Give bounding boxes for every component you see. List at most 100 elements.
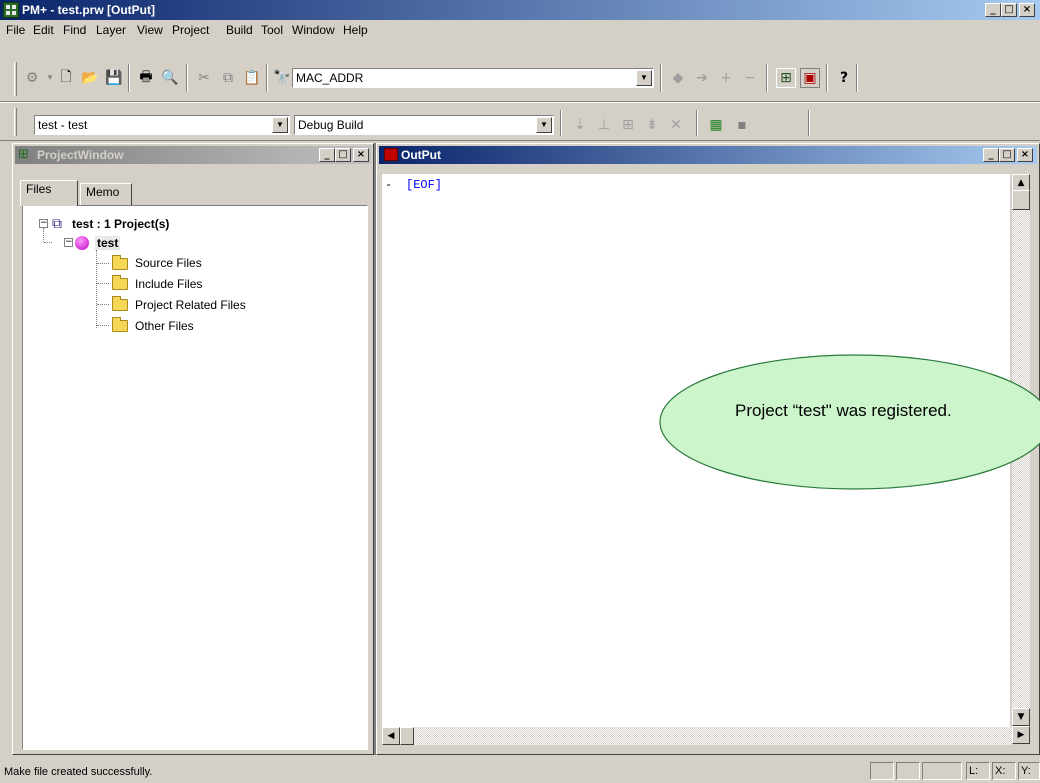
tree-folder-other-files[interactable]: Other Files xyxy=(135,319,194,333)
workspace-icon: ⧉ xyxy=(52,216,62,232)
batch-build-icon[interactable]: ⇟ xyxy=(642,115,662,135)
close-button[interactable]: × xyxy=(353,148,369,162)
project-window-titlebar[interactable]: ⊞ ProjectWindow _ □ × xyxy=(15,146,371,164)
paste-icon[interactable]: 📋 xyxy=(242,68,262,88)
folder-icon xyxy=(112,317,128,332)
close-button[interactable]: × xyxy=(1019,3,1035,17)
folder-icon xyxy=(112,255,128,270)
output-window-icon xyxy=(384,148,398,161)
project-combo-value: test - test xyxy=(38,118,88,132)
status-y-label: Y: xyxy=(1018,762,1040,780)
close-button[interactable]: × xyxy=(1017,148,1033,162)
maximize-button[interactable]: □ xyxy=(1001,3,1017,17)
callout-ellipse xyxy=(659,354,1040,490)
status-pane xyxy=(870,762,894,780)
tree-folder-source-files[interactable]: Source Files xyxy=(135,256,202,270)
toolbar-divider xyxy=(0,102,1040,103)
scroll-thumb[interactable] xyxy=(400,727,414,745)
tab-memo[interactable]: Memo xyxy=(80,183,132,205)
tree-folder-include-files[interactable]: Include Files xyxy=(135,277,202,291)
minimize-button[interactable]: _ xyxy=(985,3,1001,17)
toolbar-grip[interactable] xyxy=(14,62,17,96)
menu-find[interactable]: Find xyxy=(63,23,86,37)
new-file-icon[interactable]: 🗋 xyxy=(56,68,76,88)
build-config-combo-value: Debug Build xyxy=(298,118,364,132)
debugger-icon[interactable]: ▦ xyxy=(706,115,726,135)
tree-project-label[interactable]: test xyxy=(95,236,121,250)
back-arrow-icon[interactable]: ◆ xyxy=(668,68,688,88)
rebuild-icon[interactable]: ⊞ xyxy=(618,115,638,135)
chevron-down-icon[interactable]: ▼ xyxy=(636,70,652,86)
collapse-root-icon[interactable]: − xyxy=(39,219,48,228)
scroll-left-icon[interactable]: ◀ xyxy=(382,727,400,745)
forward-arrow-icon[interactable]: ➔ xyxy=(692,68,712,88)
status-pane xyxy=(896,762,920,780)
project-icon xyxy=(75,236,89,250)
open-folder-icon[interactable]: 📂 xyxy=(80,68,100,88)
menu-file[interactable]: File xyxy=(6,23,25,37)
tool-icon[interactable]: ▪ xyxy=(732,115,752,135)
compile-icon[interactable]: ⇣ xyxy=(570,115,590,135)
project-combo[interactable]: test - test ▼ xyxy=(34,115,290,135)
cut-icon[interactable]: ✂ xyxy=(194,68,214,88)
menu-edit[interactable]: Edit xyxy=(33,23,54,37)
output-line-marker: - xyxy=(385,178,393,192)
tree-folder-project-related-files[interactable]: Project Related Files xyxy=(135,298,246,312)
output-window-titlebar[interactable]: OutPut _ □ × xyxy=(379,146,1037,164)
maximize-button[interactable]: □ xyxy=(335,148,351,162)
menu-project[interactable]: Project xyxy=(172,23,209,37)
folder-icon xyxy=(112,296,128,311)
toolbar-divider xyxy=(0,140,1040,141)
find-icon[interactable]: 🔭 xyxy=(272,68,292,88)
scroll-thumb[interactable] xyxy=(1012,190,1030,210)
copy-icon[interactable]: ⧉ xyxy=(218,68,238,88)
help-icon[interactable]: ? xyxy=(834,68,854,88)
minus-icon[interactable]: − xyxy=(740,68,760,88)
tab-files[interactable]: Files xyxy=(20,180,78,206)
project-window-title: ProjectWindow xyxy=(37,148,124,162)
scroll-split-icon[interactable]: ▶ xyxy=(1012,726,1030,744)
print-preview-icon[interactable]: 🔍 xyxy=(160,68,180,88)
menu-view[interactable]: View xyxy=(137,23,163,37)
callout-text: Project “test" was registered. xyxy=(735,401,952,420)
status-message: Make file created successfully. xyxy=(4,766,153,778)
minimize-button[interactable]: _ xyxy=(319,148,335,162)
project-tree-icon: ⊞ xyxy=(18,147,29,162)
build-all-icon[interactable]: ⊥ xyxy=(594,115,614,135)
status-line-label: L: xyxy=(966,762,990,780)
menu-layer[interactable]: Layer xyxy=(96,23,126,37)
chevron-down-icon[interactable]: ▼ xyxy=(536,117,552,133)
project-window-icon[interactable]: ⊞ xyxy=(776,68,796,88)
build-icon[interactable]: ⚙ xyxy=(22,68,42,88)
build-config-combo[interactable]: Debug Build ▼ xyxy=(294,115,554,135)
toolbar-grip[interactable] xyxy=(14,108,17,136)
status-pane xyxy=(922,762,962,780)
scroll-down-icon[interactable]: ▼ xyxy=(1012,708,1030,726)
chevron-down-icon[interactable]: ▼ xyxy=(272,117,288,133)
window-title: PM+ - test.prw [OutPut] xyxy=(22,3,155,17)
plus-icon[interactable]: + xyxy=(716,68,736,88)
menu-help[interactable]: Help xyxy=(343,23,368,37)
print-icon[interactable]: 🖶 xyxy=(136,68,156,88)
status-x-label: X: xyxy=(992,762,1016,780)
search-combo[interactable]: MAC_ADDR ▼ xyxy=(292,68,654,88)
horizontal-scrollbar[interactable]: ◀ xyxy=(382,727,1012,745)
stop-build-icon[interactable]: ✕ xyxy=(666,115,686,135)
menu-build[interactable]: Build xyxy=(226,23,253,37)
callout-bubble xyxy=(659,354,1040,490)
collapse-project-icon[interactable]: − xyxy=(64,238,73,247)
output-window-title: OutPut xyxy=(401,148,441,162)
size-grip-icon[interactable] xyxy=(1030,727,1040,747)
search-combo-value: MAC_ADDR xyxy=(296,71,364,85)
menu-tool[interactable]: Tool xyxy=(261,23,283,37)
menu-window[interactable]: Window xyxy=(292,23,335,37)
folder-icon xyxy=(112,275,128,290)
minimize-button[interactable]: _ xyxy=(983,148,999,162)
tree-root-label[interactable]: test : 1 Project(s) xyxy=(72,217,169,231)
maximize-button[interactable]: □ xyxy=(999,148,1015,162)
output-window-icon[interactable]: ▣ xyxy=(800,68,820,88)
output-line-text: [EOF] xyxy=(406,178,443,192)
save-icon[interactable]: 💾 xyxy=(104,68,124,88)
app-icon[interactable] xyxy=(3,2,19,18)
title-bar[interactable]: PM+ - test.prw [OutPut] _ □ × xyxy=(0,0,1040,20)
